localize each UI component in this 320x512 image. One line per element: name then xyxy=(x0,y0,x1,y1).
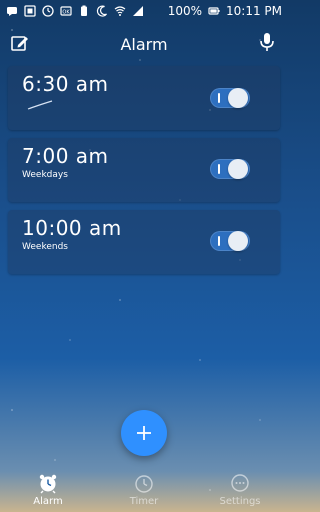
moon-icon xyxy=(96,5,107,17)
alarm-toggle[interactable] xyxy=(210,159,250,179)
pencil-stroke-icon xyxy=(27,100,53,110)
toggle-on-indicator xyxy=(218,164,220,174)
alarm-item-2[interactable]: 7:00 am Weekdays xyxy=(8,138,280,202)
nav-label: Timer xyxy=(129,496,159,507)
stopwatch-icon xyxy=(135,475,153,493)
clock-face-icon xyxy=(42,5,54,17)
status-right: 100% 10:11 PM xyxy=(168,4,288,18)
battery-small-icon xyxy=(81,5,87,16)
app-bar: Alarm xyxy=(0,24,288,64)
toggle-knob xyxy=(228,231,248,251)
nav-timer[interactable]: Timer xyxy=(96,470,192,512)
battery-percent: 100% xyxy=(167,4,202,18)
nav-label: Settings xyxy=(219,496,261,507)
alarm-toggle[interactable] xyxy=(210,88,250,108)
alarm-item-1[interactable]: 6:30 am xyxy=(8,66,280,130)
bottom-nav: Alarm Timer Settings xyxy=(0,470,288,512)
toggle-knob xyxy=(228,159,248,179)
toggle-on-indicator xyxy=(218,93,220,103)
nav-settings[interactable]: Settings xyxy=(192,470,288,512)
battery-saver-icon: OK xyxy=(60,6,72,16)
alarm-clock-icon xyxy=(39,474,57,494)
alarm-toggle[interactable] xyxy=(210,231,250,251)
wifi-icon xyxy=(114,6,126,16)
more-dots-icon xyxy=(231,474,249,492)
nav-alarm[interactable]: Alarm xyxy=(0,470,96,512)
alarm-repeat-label: Weekends xyxy=(22,242,68,252)
status-bar: OK 100% 10:11 PM xyxy=(0,0,288,22)
toggle-knob xyxy=(228,88,248,108)
nav-label: Alarm xyxy=(33,496,63,507)
chat-bubble-icon xyxy=(7,7,17,16)
plus-icon xyxy=(137,426,151,440)
alarm-time: 7:00 am xyxy=(22,144,109,168)
status-time: 10:11 PM xyxy=(226,4,282,18)
add-alarm-button[interactable] xyxy=(121,410,167,456)
svg-text:OK: OK xyxy=(62,10,70,16)
alarm-repeat-label: Weekdays xyxy=(22,170,68,180)
alarm-item-3[interactable]: 10:00 am Weekends xyxy=(8,210,280,274)
alarm-time: 10:00 am xyxy=(22,216,122,240)
status-left-icons: OK xyxy=(0,5,144,17)
signal-icon xyxy=(133,6,143,16)
page-title: Alarm xyxy=(120,34,168,54)
toggle-on-indicator xyxy=(218,236,220,246)
battery-icon xyxy=(208,7,220,15)
alarm-time: 6:30 am xyxy=(22,72,109,96)
microphone-icon[interactable] xyxy=(258,31,276,53)
notification-badge-icon xyxy=(24,5,36,17)
